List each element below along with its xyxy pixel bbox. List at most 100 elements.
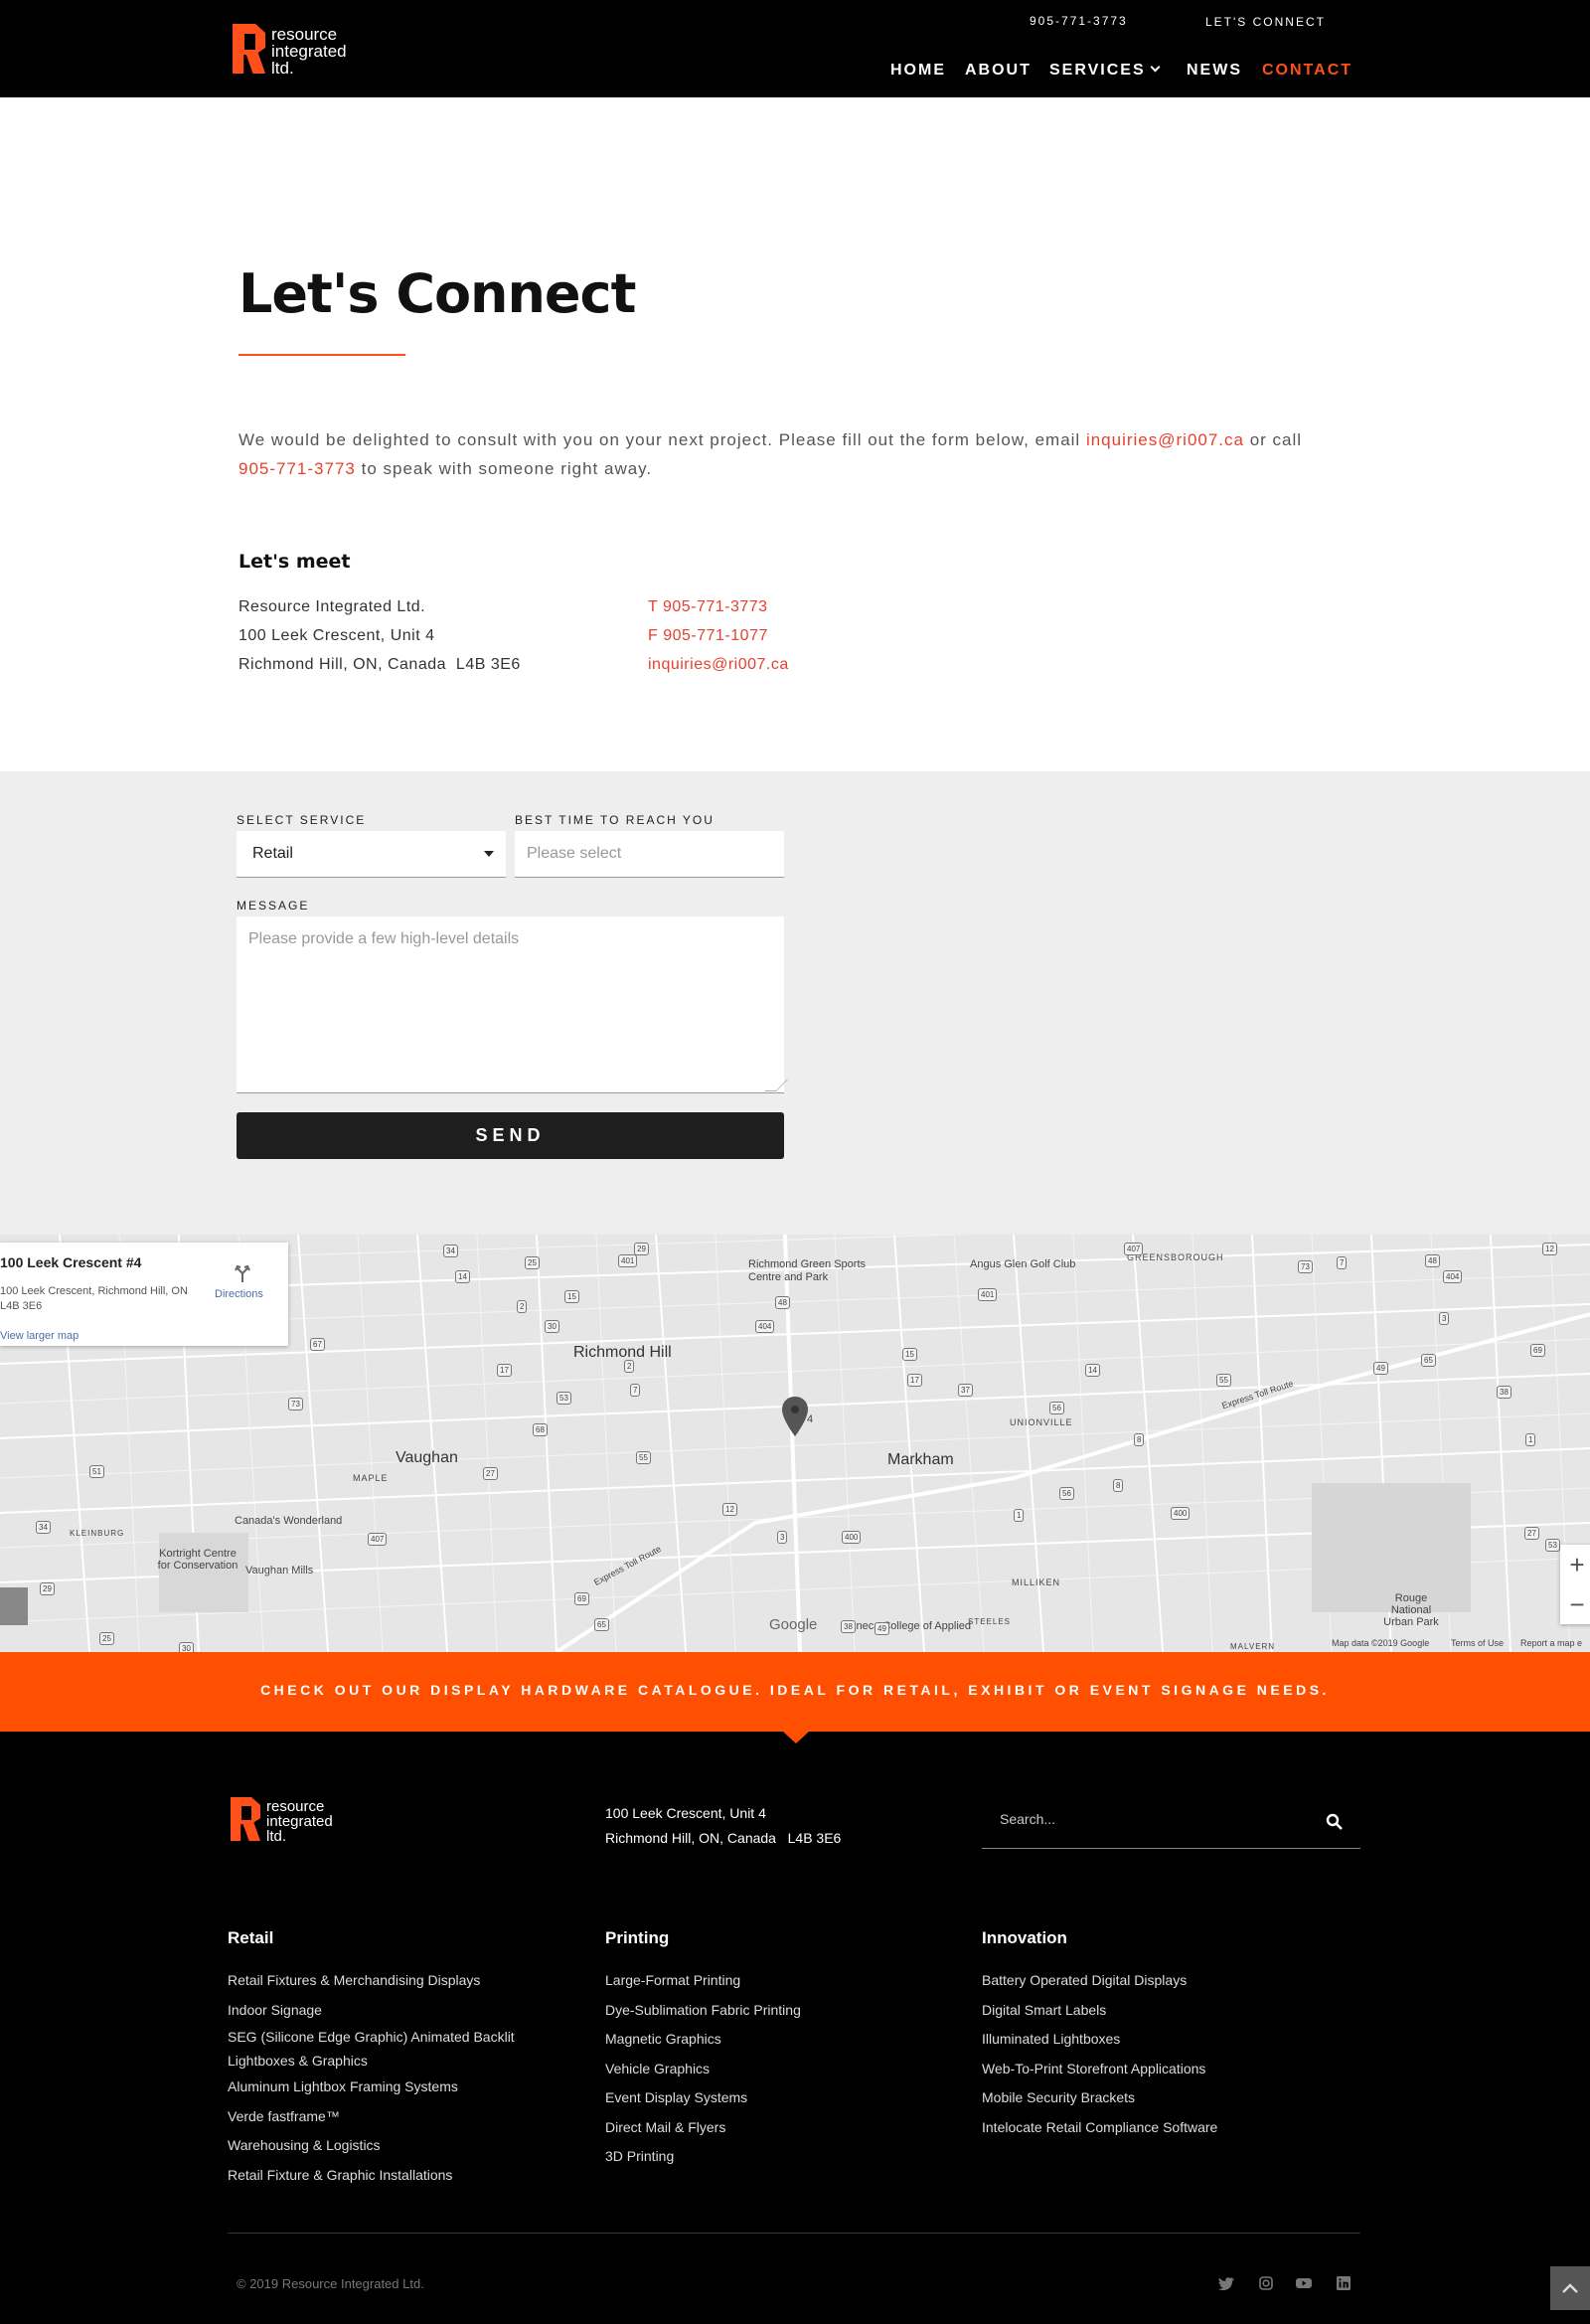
footer-link[interactable]: Indoor Signage [228, 1996, 515, 2026]
chevron-down-icon [1150, 62, 1161, 73]
terms-link[interactable]: Terms of Use [1451, 1638, 1504, 1648]
page-title: Let's Connect [238, 262, 636, 325]
route-shield: 407 [1124, 1243, 1144, 1255]
footer-link[interactable]: Warehousing & Logistics [228, 2131, 515, 2161]
nav-services[interactable]: SERVICES [1049, 62, 1161, 80]
footer-link[interactable]: Direct Mail & Flyers [605, 2113, 801, 2143]
fax-link[interactable]: 905-771-1077 [663, 627, 768, 644]
route-shield: 55 [636, 1451, 651, 1464]
map-area-label: MILLIKEN [1012, 1577, 1061, 1587]
banner-text: CHECK OUT OUR DISPLAY HARDWARE CATALOGUE… [260, 1682, 1330, 1698]
route-shield: 38 [1497, 1386, 1511, 1399]
footer-link[interactable]: Illuminated Lightboxes [982, 2025, 1217, 2055]
nav-news[interactable]: NEWS [1187, 62, 1242, 80]
map-place-label: Richmond Green Sports Centre and Park [748, 1258, 866, 1283]
zoom-out-button[interactable]: − [1560, 1584, 1590, 1624]
location-map[interactable]: Richmond Hill Vaughan Markham Richmond G… [0, 1235, 1590, 1652]
footer-link[interactable]: Battery Operated Digital Displays [982, 1966, 1217, 1996]
intro-phone-link[interactable]: 905-771-3773 [238, 459, 356, 478]
footer-link[interactable]: Retail Fixture & Graphic Installations [228, 2161, 515, 2191]
site-logo[interactable]: resource integrated ltd. [233, 24, 347, 77]
footer-retail-list: Retail Fixtures & Merchandising Displays… [228, 1966, 515, 2190]
route-shield: 1 [1525, 1433, 1536, 1446]
nav-home[interactable]: HOME [890, 62, 946, 80]
linkedin-icon[interactable] [1336, 2276, 1352, 2290]
intro-email-link[interactable]: inquiries@ri007.ca [1086, 430, 1244, 449]
send-button[interactable]: SEND [237, 1112, 784, 1159]
tel-link[interactable]: 905-771-3773 [663, 598, 768, 615]
location-pin-icon[interactable] [782, 1397, 808, 1436]
message-textarea[interactable] [237, 916, 784, 1093]
map-area-label: MALVERN [1230, 1642, 1276, 1651]
logo-wordmark: resource integrated ltd. [266, 1799, 333, 1844]
search-icon[interactable] [1326, 1813, 1344, 1831]
zoom-in-button[interactable]: + [1560, 1545, 1590, 1584]
intro-text: or call [1243, 430, 1303, 449]
fax-prefix: F [648, 627, 659, 644]
map-city-label: Richmond Hill [573, 1344, 672, 1361]
footer-logo[interactable]: resource integrated ltd. [231, 1797, 333, 1844]
map-city-label: Vaughan [396, 1449, 458, 1466]
footer-link[interactable]: Retail Fixtures & Merchandising Displays [228, 1966, 515, 1996]
map-card-title: 100 Leek Crescent #4 [0, 1254, 142, 1270]
youtube-icon[interactable] [1296, 2276, 1312, 2290]
footer-link[interactable]: Large-Format Printing [605, 1966, 801, 1996]
route-shield: 14 [455, 1270, 470, 1283]
report-map-error-link[interactable]: Report a map e [1520, 1638, 1582, 1648]
map-attribution: Map data ©2019 Google [1332, 1638, 1430, 1648]
site-header: resource integrated ltd. 905-771-3773 LE… [0, 0, 1590, 97]
route-shield: 7 [630, 1384, 641, 1397]
route-shield: 73 [288, 1398, 303, 1411]
topbar-connect-link[interactable]: LET'S CONNECT [1205, 15, 1326, 29]
route-shield: 17 [497, 1364, 512, 1377]
instagram-icon[interactable] [1258, 2276, 1274, 2290]
footer-link[interactable]: Mobile Security Brackets [982, 2083, 1217, 2113]
route-shield: 48 [1425, 1254, 1440, 1267]
back-to-top-button[interactable] [1550, 2266, 1590, 2310]
map-area-label: MAPLE [353, 1473, 389, 1483]
directions-icon[interactable] [235, 1264, 250, 1282]
route-shield: 69 [574, 1592, 589, 1605]
footer-link[interactable]: 3D Printing [605, 2142, 801, 2172]
service-label: SELECT SERVICE [237, 813, 367, 827]
topbar-phone-link[interactable]: 905-771-3773 [1030, 14, 1128, 28]
map-place-label: Seneca College of Applied [843, 1620, 972, 1632]
footer-link[interactable]: Web-To-Print Storefront Applications [982, 2055, 1217, 2084]
nav-contact[interactable]: CONTACT [1262, 62, 1352, 80]
email-link[interactable]: inquiries@ri007.ca [648, 656, 789, 673]
meet-heading: Let's meet [238, 551, 351, 573]
footer-link[interactable]: Magnetic Graphics [605, 2025, 801, 2055]
logo-line: ltd. [271, 59, 294, 78]
footer-link[interactable]: Dye-Sublimation Fabric Printing [605, 1996, 801, 2026]
nav-about[interactable]: ABOUT [965, 62, 1032, 80]
footer-link[interactable]: Digital Smart Labels [982, 1996, 1217, 2026]
catalogue-banner[interactable]: CHECK OUT OUR DISPLAY HARDWARE CATALOGUE… [0, 1652, 1590, 1732]
search-input[interactable] [982, 1801, 1300, 1837]
footer-link[interactable]: Vehicle Graphics [605, 2055, 801, 2084]
banner-pointer [783, 1732, 809, 1743]
route-shield: 401 [618, 1254, 638, 1267]
route-shield: 12 [722, 1503, 737, 1516]
message-label: MESSAGE [237, 899, 310, 913]
directions-link[interactable]: Directions [215, 1288, 263, 1300]
route-shield: 400 [1171, 1507, 1191, 1520]
contact-details: T 905-771-3773 F 905-771-1077 inquiries@… [648, 592, 789, 679]
address-line: Richmond Hill, ON, Canada L4B 3E6 [238, 656, 521, 673]
service-select[interactable]: Retail [237, 831, 506, 878]
view-larger-map-link[interactable]: View larger map [0, 1330, 79, 1342]
route-shield: 15 [564, 1290, 579, 1303]
footer-divider [228, 2233, 1360, 2234]
footer-link[interactable]: Intelocate Retail Compliance Software [982, 2113, 1217, 2143]
logo-line: ltd. [266, 1828, 287, 1845]
twitter-icon[interactable] [1218, 2276, 1234, 2290]
footer-link[interactable]: Event Display Systems [605, 2083, 801, 2113]
logo-mark-icon [231, 1797, 260, 1841]
footer-link[interactable]: Aluminum Lightbox Framing Systems [228, 2073, 515, 2102]
route-shield: 65 [1421, 1354, 1436, 1367]
footer-link[interactable]: Verde fastframe™ [228, 2102, 515, 2132]
best-time-input[interactable] [515, 831, 784, 878]
footer-link[interactable]: Lightboxes & Graphics [228, 2049, 515, 2073]
route-shield: 65 [594, 1618, 609, 1631]
contact-form: SELECT SERVICE Retail BEST TIME TO REACH… [0, 771, 1590, 1235]
footer-link[interactable]: SEG (Silicone Edge Graphic) Animated Bac… [228, 2025, 515, 2049]
